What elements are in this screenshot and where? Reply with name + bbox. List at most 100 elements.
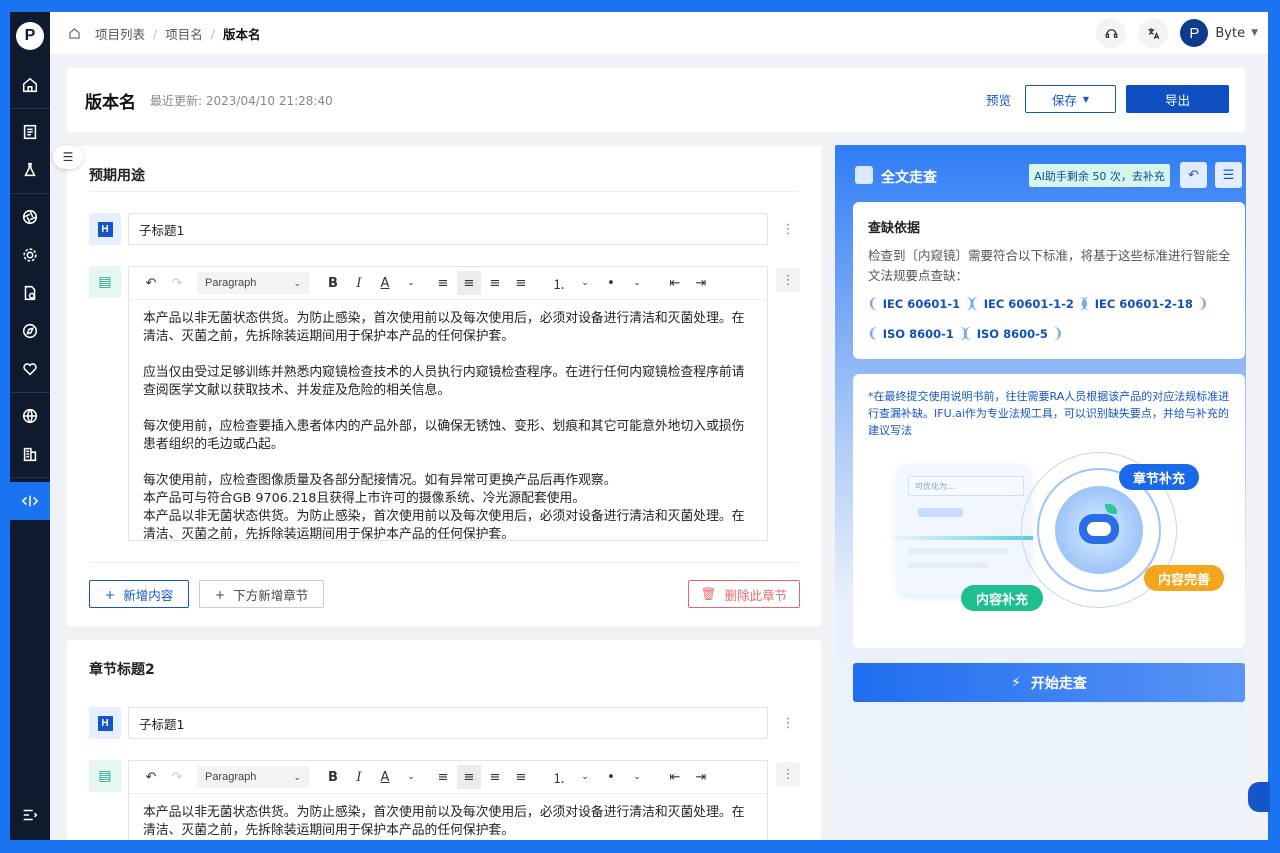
chevron-down-icon: ▼ bbox=[1082, 94, 1090, 104]
ai-quota-badge[interactable]: AI助手剩余 50 次，去补充 bbox=[1029, 164, 1170, 187]
chevron-down-icon[interactable]: ▼ bbox=[1251, 28, 1258, 38]
user-name[interactable]: Byte bbox=[1215, 26, 1245, 41]
paragraph-format-select[interactable]: Paragraph ⌄ bbox=[197, 766, 309, 788]
align-left-icon[interactable]: ≡ bbox=[431, 765, 455, 789]
heart-icon[interactable] bbox=[10, 350, 50, 388]
more-options-icon[interactable]: ⋮ bbox=[776, 268, 800, 292]
paragraph: 本产品以非无菌状态供货。为防止感染，首次使用前以及每次使用后，必须对设备进行清洁… bbox=[143, 509, 745, 541]
bullet-list-icon[interactable]: • bbox=[599, 765, 623, 789]
section-title: 章节标题2 bbox=[89, 662, 155, 678]
italic-icon[interactable]: I bbox=[347, 271, 371, 295]
subtitle-input[interactable]: 子标题1 bbox=[128, 707, 768, 739]
delete-section-button[interactable]: 🗑 删除此章节 bbox=[688, 580, 800, 608]
trash-icon: 🗑 bbox=[700, 586, 717, 601]
globe-icon[interactable] bbox=[10, 397, 50, 435]
collapse-menu-icon[interactable] bbox=[10, 796, 50, 834]
more-options-icon[interactable]: ⋮ bbox=[776, 217, 800, 241]
save-button[interactable]: 保存 ▼ bbox=[1025, 85, 1116, 113]
heading-icon: H bbox=[89, 213, 121, 245]
breadcrumb-item[interactable]: 项目列表 bbox=[95, 24, 145, 43]
topbar: 项目列表 / 项目名 / 版本名 P Byte ▼ bbox=[50, 12, 1268, 54]
align-center-icon[interactable]: ≡ bbox=[457, 271, 481, 295]
gear-icon[interactable] bbox=[10, 236, 50, 274]
code-cursor-icon[interactable] bbox=[10, 482, 50, 520]
standard-label: IEC 60601-2-18 bbox=[1094, 297, 1193, 311]
app-logo[interactable]: P bbox=[16, 22, 44, 50]
align-justify-icon[interactable]: ≡ bbox=[509, 271, 533, 295]
breadcrumb-separator: / bbox=[153, 25, 158, 41]
editor-content[interactable]: 本产品以非无菌状态供货。为防止感染，首次使用前以及每次使用后，必须对设备进行清洁… bbox=[129, 300, 767, 541]
bold-icon[interactable]: B bbox=[321, 271, 345, 295]
bullet-list-icon[interactable]: • bbox=[599, 271, 623, 295]
start-review-label: 开始走查 bbox=[1030, 675, 1087, 692]
align-right-icon[interactable]: ≡ bbox=[483, 271, 507, 295]
start-review-button[interactable]: ⚡ 开始走查 bbox=[853, 663, 1245, 702]
italic-icon[interactable]: I bbox=[347, 765, 371, 789]
chevron-down-icon[interactable]: ⌄ bbox=[399, 271, 423, 295]
aperture-icon[interactable] bbox=[10, 198, 50, 236]
undo-icon[interactable]: ↶ bbox=[139, 271, 163, 295]
more-options-icon[interactable]: ⋮ bbox=[776, 762, 800, 786]
translate-icon[interactable] bbox=[1138, 18, 1169, 48]
breadcrumb-home-icon[interactable] bbox=[68, 27, 81, 40]
floating-helper-button[interactable] bbox=[1248, 782, 1270, 812]
review-doc-icon bbox=[855, 166, 873, 184]
outdent-icon[interactable]: ⇤ bbox=[663, 271, 687, 295]
redo-icon[interactable]: ↷ bbox=[165, 765, 189, 789]
add-section-label: 下方新增章节 bbox=[233, 587, 309, 603]
standard-label: IEC 60601-1-2 bbox=[983, 297, 1074, 311]
redo-icon[interactable]: ↷ bbox=[165, 271, 189, 295]
text-color-icon[interactable]: A bbox=[373, 765, 397, 789]
standard-tag: ❨ IEC 60601-1 ❩ bbox=[867, 296, 976, 312]
heading-icon: H bbox=[89, 707, 121, 739]
flask-icon[interactable] bbox=[10, 151, 50, 189]
preview-link[interactable]: 预览 bbox=[986, 90, 1011, 109]
tag-pill: 内容完善 bbox=[1144, 565, 1224, 591]
support-headset-icon[interactable] bbox=[1096, 18, 1127, 48]
add-content-label: 新增内容 bbox=[123, 587, 174, 603]
chevron-down-icon[interactable]: ⌄ bbox=[399, 765, 423, 789]
breadcrumb-current: 版本名 bbox=[222, 26, 261, 42]
paragraph: 每次使用前，应检查要插入患者体内的产品外部，以确保无锈蚀、变形、划痕和其它可能意… bbox=[143, 419, 745, 452]
chevron-down-icon[interactable]: ⌄ bbox=[573, 765, 597, 789]
note-card: *在最终提交使用说明书前，往往需要RA人员根据该产品的对应法规标准进行查漏补缺。… bbox=[853, 374, 1245, 648]
paragraph-format-value: Paragraph bbox=[205, 771, 257, 783]
chevron-down-icon[interactable]: ⌄ bbox=[573, 271, 597, 295]
align-center-icon[interactable]: ≡ bbox=[457, 765, 481, 789]
avatar[interactable]: P bbox=[1180, 19, 1209, 47]
align-left-icon[interactable]: ≡ bbox=[431, 271, 455, 295]
basis-card: 查缺依据 检查到〔内窥镜〕需要符合以下标准，将基于这些标准进行智能全文法规要点查… bbox=[853, 202, 1245, 359]
export-button[interactable]: 导出 bbox=[1126, 85, 1229, 113]
align-justify-icon[interactable]: ≡ bbox=[509, 765, 533, 789]
building-icon[interactable] bbox=[10, 435, 50, 473]
collapse-panel-icon[interactable]: ☰ bbox=[53, 145, 83, 169]
undo-icon[interactable]: ↶ bbox=[139, 765, 163, 789]
text-color-icon[interactable]: A bbox=[373, 271, 397, 295]
numbered-list-icon[interactable]: ⒈ bbox=[547, 271, 571, 295]
add-section-below-button[interactable]: + 下方新增章节 bbox=[199, 580, 324, 608]
bold-icon[interactable]: B bbox=[321, 765, 345, 789]
rich-text-editor[interactable]: ↶ ↷ Paragraph ⌄ B I A ⌄ ≡ ≡ ≡ ≡ ⒈ ⌄ • ⌄ ⇤ bbox=[128, 266, 768, 541]
compass-icon[interactable] bbox=[10, 312, 50, 350]
breadcrumb-item[interactable]: 项目名 bbox=[165, 24, 203, 43]
collapse-panel-icon[interactable]: ☰ bbox=[1215, 162, 1242, 188]
undo-icon[interactable]: ↶ bbox=[1180, 162, 1207, 188]
add-content-button[interactable]: + 新增内容 bbox=[89, 580, 189, 608]
more-options-icon[interactable]: ⋮ bbox=[776, 711, 800, 735]
home-icon[interactable] bbox=[10, 66, 50, 104]
numbered-list-icon[interactable]: ⒈ bbox=[547, 765, 571, 789]
indent-icon[interactable]: ⇥ bbox=[689, 271, 713, 295]
chevron-down-icon[interactable]: ⌄ bbox=[625, 271, 649, 295]
standard-tag: ❨ IEC 60601-1-2 ❩ bbox=[968, 296, 1090, 312]
align-right-icon[interactable]: ≡ bbox=[483, 765, 507, 789]
rich-text-editor[interactable]: ↶ ↷ Paragraph ⌄ B I A ⌄ ≡ ≡ ≡ ≡ ⒈ ⌄ • ⌄ ⇤ bbox=[128, 760, 768, 840]
outdent-icon[interactable]: ⇤ bbox=[663, 765, 687, 789]
subtitle-input[interactable]: 子标题1 bbox=[128, 213, 768, 245]
editor-content[interactable]: 本产品以非无菌状态供货。为防止感染，首次使用前以及每次使用后，必须对设备进行清洁… bbox=[129, 794, 767, 840]
plus-icon: + bbox=[104, 586, 116, 602]
paragraph-format-select[interactable]: Paragraph ⌄ bbox=[197, 272, 309, 294]
document-icon[interactable] bbox=[10, 113, 50, 151]
indent-icon[interactable]: ⇥ bbox=[689, 765, 713, 789]
chevron-down-icon[interactable]: ⌄ bbox=[625, 765, 649, 789]
file-check-icon[interactable] bbox=[10, 274, 50, 312]
